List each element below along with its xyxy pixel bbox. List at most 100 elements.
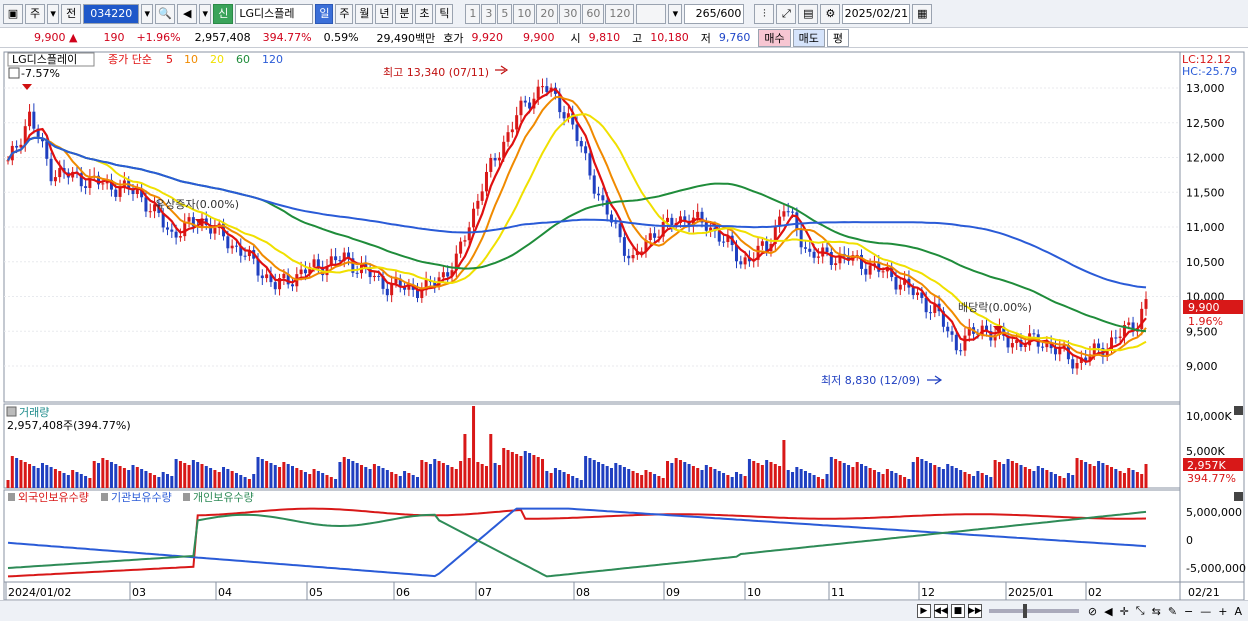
pct-tag: 1.96% xyxy=(1188,315,1223,328)
period-tab[interactable]: 일 xyxy=(315,3,334,24)
text-tool-icon[interactable]: A xyxy=(1232,604,1244,618)
period-tab[interactable]: 년 xyxy=(375,3,394,24)
period-tab[interactable]: 틱 xyxy=(435,3,454,24)
candle-body xyxy=(334,256,338,261)
line-icon[interactable]: — xyxy=(1198,604,1213,618)
volume-bar xyxy=(1019,465,1023,488)
zoom-out-icon[interactable]: − xyxy=(1182,604,1195,618)
candle-body xyxy=(497,157,501,161)
holding-close-icon[interactable] xyxy=(1234,492,1243,501)
crosshair-icon[interactable]: ✛ xyxy=(1118,604,1131,618)
candle-body xyxy=(631,255,635,259)
volume-axis-tick: 10,000K xyxy=(1186,410,1232,423)
candle-body xyxy=(273,282,277,290)
volume-bar xyxy=(428,464,432,488)
interval-tab[interactable]: 10 xyxy=(513,3,536,24)
market-dropdown-icon[interactable]: ▾ xyxy=(47,3,60,24)
sell-button[interactable]: 매도 xyxy=(792,28,825,47)
prev-icon[interactable]: ◀ xyxy=(1102,604,1114,618)
volume-bar xyxy=(97,463,101,488)
zoom-in-icon[interactable]: + xyxy=(1216,604,1229,618)
interval-tab[interactable]: 1 xyxy=(465,3,481,24)
volume-bar xyxy=(778,466,782,488)
stop-icon[interactable]: ■ xyxy=(950,604,965,618)
volume-bar xyxy=(1135,472,1139,488)
volume-bar xyxy=(959,470,963,488)
interval-tab[interactable]: 30 xyxy=(559,3,582,24)
volume-bar xyxy=(946,464,950,488)
zoom-slider-knob[interactable] xyxy=(1022,604,1027,618)
volume-bar xyxy=(84,476,88,488)
save-icon[interactable]: ▤ xyxy=(798,3,819,24)
date-input[interactable]: 2025/02/21 xyxy=(842,3,911,24)
candle-body xyxy=(493,157,497,161)
reset-icon[interactable]: ⊘ xyxy=(1086,604,1099,618)
interval-tab[interactable]: 120 xyxy=(605,3,635,24)
candle-body xyxy=(666,217,670,222)
fast-forward-icon[interactable]: ▶▶ xyxy=(967,604,982,618)
period-tab[interactable]: 월 xyxy=(355,3,374,24)
speaker-icon[interactable]: ◀ xyxy=(177,3,198,24)
candle-settings-icon[interactable]: ⫶ xyxy=(754,3,775,24)
volume-bar xyxy=(381,468,385,488)
period-tab[interactable]: 분 xyxy=(395,3,414,24)
volume-bar xyxy=(497,465,501,488)
bar-count-field[interactable]: 265/600 xyxy=(684,3,745,24)
speaker-dropdown-icon[interactable]: ▾ xyxy=(199,3,212,24)
volume-bar xyxy=(747,459,751,488)
candle-body xyxy=(911,287,915,296)
compare-icon[interactable]: ⇆ xyxy=(1150,604,1163,618)
calendar-icon[interactable]: ▦ xyxy=(912,3,933,24)
trend-icon[interactable]: ⤡ xyxy=(1134,604,1147,618)
draw-tool-icon[interactable]: ⤢ xyxy=(776,3,797,24)
volume-bar xyxy=(916,457,920,488)
stock-chart[interactable]: 13,000 12,500 12,000 11,500 11,000 10,500 10,0… xyxy=(0,48,1248,600)
indicator-box-icon[interactable] xyxy=(8,67,20,79)
high-label: 고 xyxy=(632,31,643,45)
high-note: 최고 13,340 (07/11) xyxy=(383,66,489,79)
period-tab[interactable]: 초 xyxy=(415,3,434,24)
volume-bar xyxy=(795,467,799,488)
volume-bar xyxy=(812,475,816,488)
volume-close-icon[interactable] xyxy=(1234,406,1243,415)
volume-bar xyxy=(140,469,144,488)
window-icon[interactable]: ▣ xyxy=(3,3,23,24)
period-tab[interactable]: 주 xyxy=(335,3,354,24)
interval-dropdown-icon[interactable]: ▾ xyxy=(668,3,683,24)
interval-custom-input[interactable] xyxy=(636,3,667,24)
prefix-select[interactable]: 전 xyxy=(61,3,82,24)
draw-icon[interactable]: ✎ xyxy=(1166,604,1179,618)
volume-bar xyxy=(954,468,958,488)
search-icon[interactable]: 🔍 xyxy=(155,3,176,24)
gear-icon[interactable]: ⚙ xyxy=(820,3,841,24)
rewind-icon[interactable]: ◀◀ xyxy=(933,604,948,618)
code-dropdown-icon[interactable]: ▾ xyxy=(141,3,154,24)
interval-tab[interactable]: 5 xyxy=(497,3,513,24)
zoom-slider[interactable] xyxy=(988,604,1079,618)
interval-tab[interactable]: 60 xyxy=(582,3,605,24)
stock-name-field: LG디스플레 xyxy=(235,3,314,24)
volume-bar xyxy=(19,460,23,488)
volume-toggle-icon[interactable] xyxy=(6,406,17,417)
buy-button[interactable]: 매수 xyxy=(758,28,791,47)
volume-bar xyxy=(213,470,217,488)
code-input[interactable]: 034220 xyxy=(83,3,140,24)
volume-bar xyxy=(726,475,730,488)
interval-tab[interactable]: 20 xyxy=(536,3,559,24)
market-select[interactable]: 주 xyxy=(25,3,46,24)
candle-body xyxy=(165,227,169,230)
eval-button[interactable]: 평 xyxy=(826,28,850,47)
volume-bar xyxy=(545,471,549,488)
candle-body xyxy=(928,312,932,314)
price-axis-tick: 11,000 xyxy=(1186,221,1225,234)
candle-body xyxy=(187,217,191,222)
volume-bar xyxy=(1049,472,1053,488)
interval-tab[interactable]: 3 xyxy=(481,3,497,24)
scroll-right-icon[interactable]: ▶ xyxy=(916,604,931,618)
candle-body xyxy=(506,132,510,142)
volume-bar xyxy=(847,465,851,488)
x-axis-tick: 03 xyxy=(132,586,146,599)
candle-body xyxy=(864,268,868,275)
volume-bar xyxy=(799,469,803,488)
candle-body xyxy=(536,86,540,99)
